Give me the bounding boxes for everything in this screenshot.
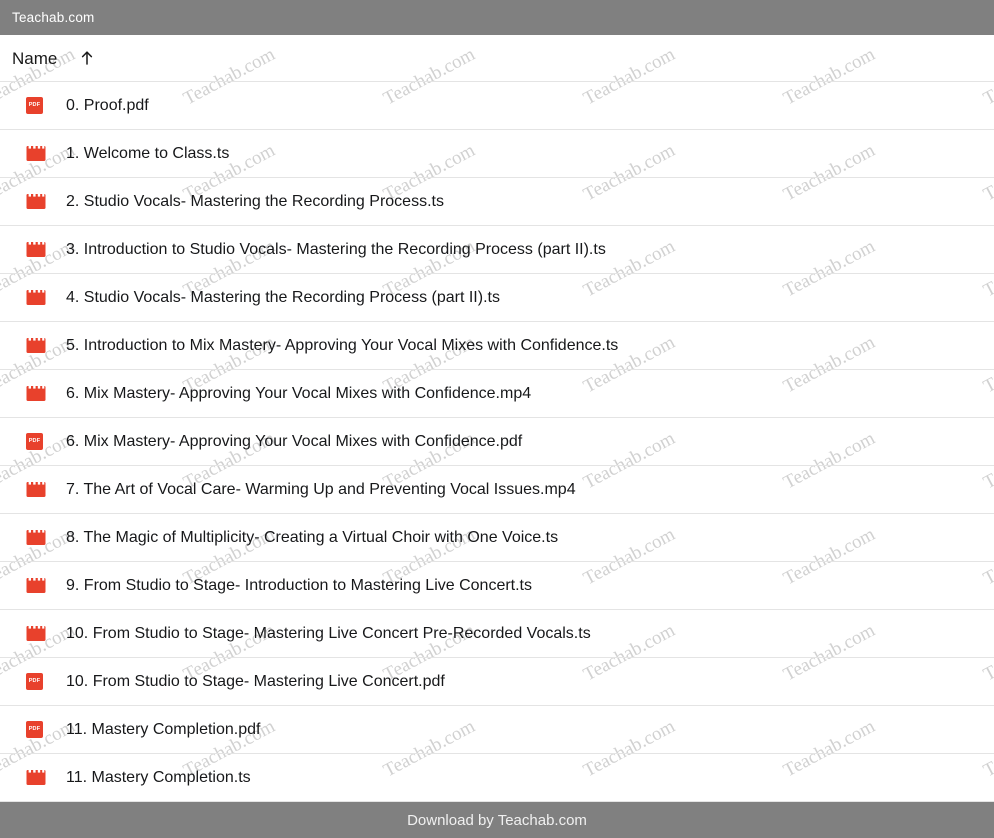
video-file-icon [26, 624, 48, 644]
video-file-icon [26, 144, 48, 164]
file-name-label[interactable]: 0. Proof.pdf [66, 97, 149, 114]
table-row[interactable]: 2. Studio Vocals- Mastering the Recordin… [0, 178, 994, 226]
pdf-badge-label: PDF [28, 101, 41, 108]
pdf-badge: PDF [26, 673, 43, 690]
file-name-label[interactable]: 10. From Studio to Stage- Mastering Live… [66, 625, 591, 642]
file-name-label[interactable]: 3. Introduction to Studio Vocals- Master… [66, 241, 606, 258]
table-row[interactable]: PDF 6. Mix Mastery- Approving Your Vocal … [0, 418, 994, 466]
footer-credit-text: Download by Teachab.com [407, 811, 587, 829]
file-name-label[interactable]: 9. From Studio to Stage- Introduction to… [66, 577, 532, 594]
video-file-icon [26, 240, 48, 260]
video-file-icon [26, 288, 48, 308]
video-file-icon [26, 192, 48, 212]
video-file-icon [26, 576, 48, 596]
file-name-label[interactable]: 1. Welcome to Class.ts [66, 145, 229, 162]
clapperboard-shape [26, 481, 46, 498]
table-row[interactable]: 10. From Studio to Stage- Mastering Live… [0, 610, 994, 658]
table-row[interactable]: 11. Mastery Completion.ts [0, 754, 994, 802]
clapperboard-shape [26, 769, 46, 786]
clapperboard-shape [26, 529, 46, 546]
clapperboard-shape [26, 193, 46, 210]
video-file-icon [26, 336, 48, 356]
clapperboard-shape [26, 145, 46, 162]
file-name-label[interactable]: 11. Mastery Completion.pdf [66, 721, 260, 738]
pdf-badge: PDF [26, 721, 43, 738]
file-name-label[interactable]: 6. Mix Mastery- Approving Your Vocal Mix… [66, 385, 531, 402]
pdf-badge-label: PDF [28, 437, 41, 444]
clapperboard-shape [26, 385, 46, 402]
table-row[interactable]: 5. Introduction to Mix Mastery- Approvin… [0, 322, 994, 370]
file-list: PDF 0. Proof.pdf 1. Welcome to Class.ts 2. … [0, 82, 994, 802]
table-row[interactable]: PDF 11. Mastery Completion.pdf [0, 706, 994, 754]
table-row[interactable]: 1. Welcome to Class.ts [0, 130, 994, 178]
footer-bar: Download by Teachab.com [0, 802, 994, 838]
table-row[interactable]: PDF 0. Proof.pdf [0, 82, 994, 130]
file-name-label[interactable]: 6. Mix Mastery- Approving Your Vocal Mix… [66, 433, 522, 450]
file-name-label[interactable]: 10. From Studio to Stage- Mastering Live… [66, 673, 445, 690]
pdf-file-icon: PDF [26, 672, 48, 692]
clapperboard-shape [26, 289, 46, 306]
video-file-icon [26, 480, 48, 500]
file-name-label[interactable]: 5. Introduction to Mix Mastery- Approvin… [66, 337, 618, 354]
clapperboard-shape [26, 241, 46, 258]
sort-ascending-arrow-icon[interactable] [79, 50, 95, 66]
file-name-label[interactable]: 4. Studio Vocals- Mastering the Recordin… [66, 289, 500, 306]
top-bar: Teachab.com [0, 0, 994, 35]
pdf-badge-label: PDF [28, 677, 41, 684]
video-file-icon [26, 768, 48, 788]
table-row[interactable]: 3. Introduction to Studio Vocals- Master… [0, 226, 994, 274]
table-row[interactable]: 7. The Art of Vocal Care- Warming Up and… [0, 466, 994, 514]
column-header-row: Name [0, 35, 994, 82]
video-file-icon [26, 384, 48, 404]
pdf-badge: PDF [26, 433, 43, 450]
file-browser-page: Teachab.com Teachab.com Teachab.com Teacha… [0, 0, 994, 838]
file-name-label[interactable]: 2. Studio Vocals- Mastering the Recordin… [66, 193, 444, 210]
clapperboard-shape [26, 577, 46, 594]
table-row[interactable]: 6. Mix Mastery- Approving Your Vocal Mix… [0, 370, 994, 418]
pdf-file-icon: PDF [26, 96, 48, 116]
pdf-file-icon: PDF [26, 720, 48, 740]
pdf-badge-label: PDF [28, 725, 41, 732]
site-title: Teachab.com [12, 9, 95, 25]
file-name-label[interactable]: 11. Mastery Completion.ts [66, 769, 251, 786]
clapperboard-shape [26, 337, 46, 354]
column-header-name[interactable]: Name [12, 50, 57, 67]
file-list-container: Name PDF 0. Proof.pdf 1. Welcome to Class.… [0, 35, 994, 802]
video-file-icon [26, 528, 48, 548]
table-row[interactable]: 9. From Studio to Stage- Introduction to… [0, 562, 994, 610]
file-name-label[interactable]: 7. The Art of Vocal Care- Warming Up and… [66, 481, 576, 498]
table-row[interactable]: 8. The Magic of Multiplicity- Creating a… [0, 514, 994, 562]
file-name-label[interactable]: 8. The Magic of Multiplicity- Creating a… [66, 529, 558, 546]
clapperboard-shape [26, 625, 46, 642]
pdf-badge: PDF [26, 97, 43, 114]
table-row[interactable]: 4. Studio Vocals- Mastering the Recordin… [0, 274, 994, 322]
pdf-file-icon: PDF [26, 432, 48, 452]
table-row[interactable]: PDF 10. From Studio to Stage- Mastering L… [0, 658, 994, 706]
